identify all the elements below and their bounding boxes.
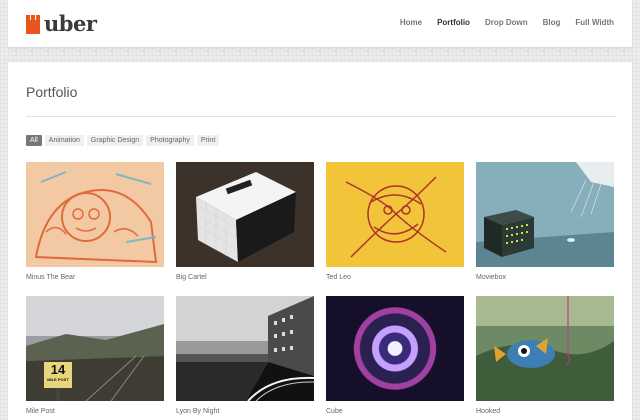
mile-post-label: MILE POST xyxy=(47,377,69,382)
portfolio-thumbnail[interactable] xyxy=(326,162,464,267)
filter-print[interactable]: Print xyxy=(196,135,220,146)
header-dots-divider xyxy=(8,49,632,53)
portfolio-caption: Hooked xyxy=(476,408,501,415)
crown-icon xyxy=(26,14,40,34)
portfolio-caption: Ted Leo xyxy=(326,274,351,281)
mile-post-number: 14 xyxy=(50,362,66,377)
nav-full-width[interactable]: Full Width xyxy=(575,18,614,27)
portfolio-thumbnail[interactable] xyxy=(26,162,164,267)
nav-home[interactable]: Home xyxy=(400,18,422,27)
portfolio-caption: Moviebox xyxy=(476,274,506,281)
mile-post-sign: 14 MILE POST xyxy=(44,362,72,388)
filter-graphic-design[interactable]: Graphic Design xyxy=(86,135,144,146)
portfolio-caption: Cube xyxy=(326,408,343,415)
nav-portfolio[interactable]: Portfolio xyxy=(437,18,470,27)
portfolio-caption: Lyon By Night xyxy=(176,408,220,415)
portfolio-thumbnail[interactable] xyxy=(176,296,314,401)
portfolio-thumbnail[interactable] xyxy=(476,162,614,267)
portfolio-filters: All Animation Graphic Design Photography… xyxy=(26,135,220,146)
portfolio-item[interactable]: Hooked xyxy=(476,296,614,415)
portfolio-item[interactable]: Big Cartel xyxy=(176,162,314,281)
site-header: uber Home Portfolio Drop Down Blog Full … xyxy=(8,0,632,48)
portfolio-item[interactable]: 14 MILE POST Mile Post xyxy=(26,296,164,415)
filter-all[interactable]: All xyxy=(26,135,42,146)
portfolio-caption: Minus The Bear xyxy=(26,274,76,281)
portfolio-thumbnail[interactable] xyxy=(476,296,614,401)
portfolio-thumbnail[interactable]: 14 MILE POST xyxy=(26,296,164,401)
portfolio-item[interactable]: Minus The Bear xyxy=(26,162,164,281)
portfolio-item[interactable]: Moviebox xyxy=(476,162,614,281)
logo[interactable]: uber xyxy=(26,11,97,36)
page-title: Portfolio xyxy=(26,84,78,100)
nav-drop-down[interactable]: Drop Down xyxy=(485,18,528,27)
filter-animation[interactable]: Animation xyxy=(44,135,84,146)
portfolio-item[interactable]: Cube xyxy=(326,296,464,415)
main-nav: Home Portfolio Drop Down Blog Full Width xyxy=(400,18,614,27)
logo-text: uber xyxy=(44,11,97,36)
portfolio-item[interactable]: Lyon By Night xyxy=(176,296,314,415)
portfolio-caption: Mile Post xyxy=(26,408,55,415)
portfolio-thumbnail[interactable] xyxy=(176,162,314,267)
nav-blog[interactable]: Blog xyxy=(543,18,561,27)
portfolio-caption: Big Cartel xyxy=(176,274,207,281)
content-panel: Portfolio All Animation Graphic Design P… xyxy=(8,62,632,420)
filter-photography[interactable]: Photography xyxy=(146,135,194,146)
title-divider xyxy=(26,116,616,117)
portfolio-item[interactable]: Ted Leo xyxy=(326,162,464,281)
portfolio-thumbnail[interactable] xyxy=(326,296,464,401)
